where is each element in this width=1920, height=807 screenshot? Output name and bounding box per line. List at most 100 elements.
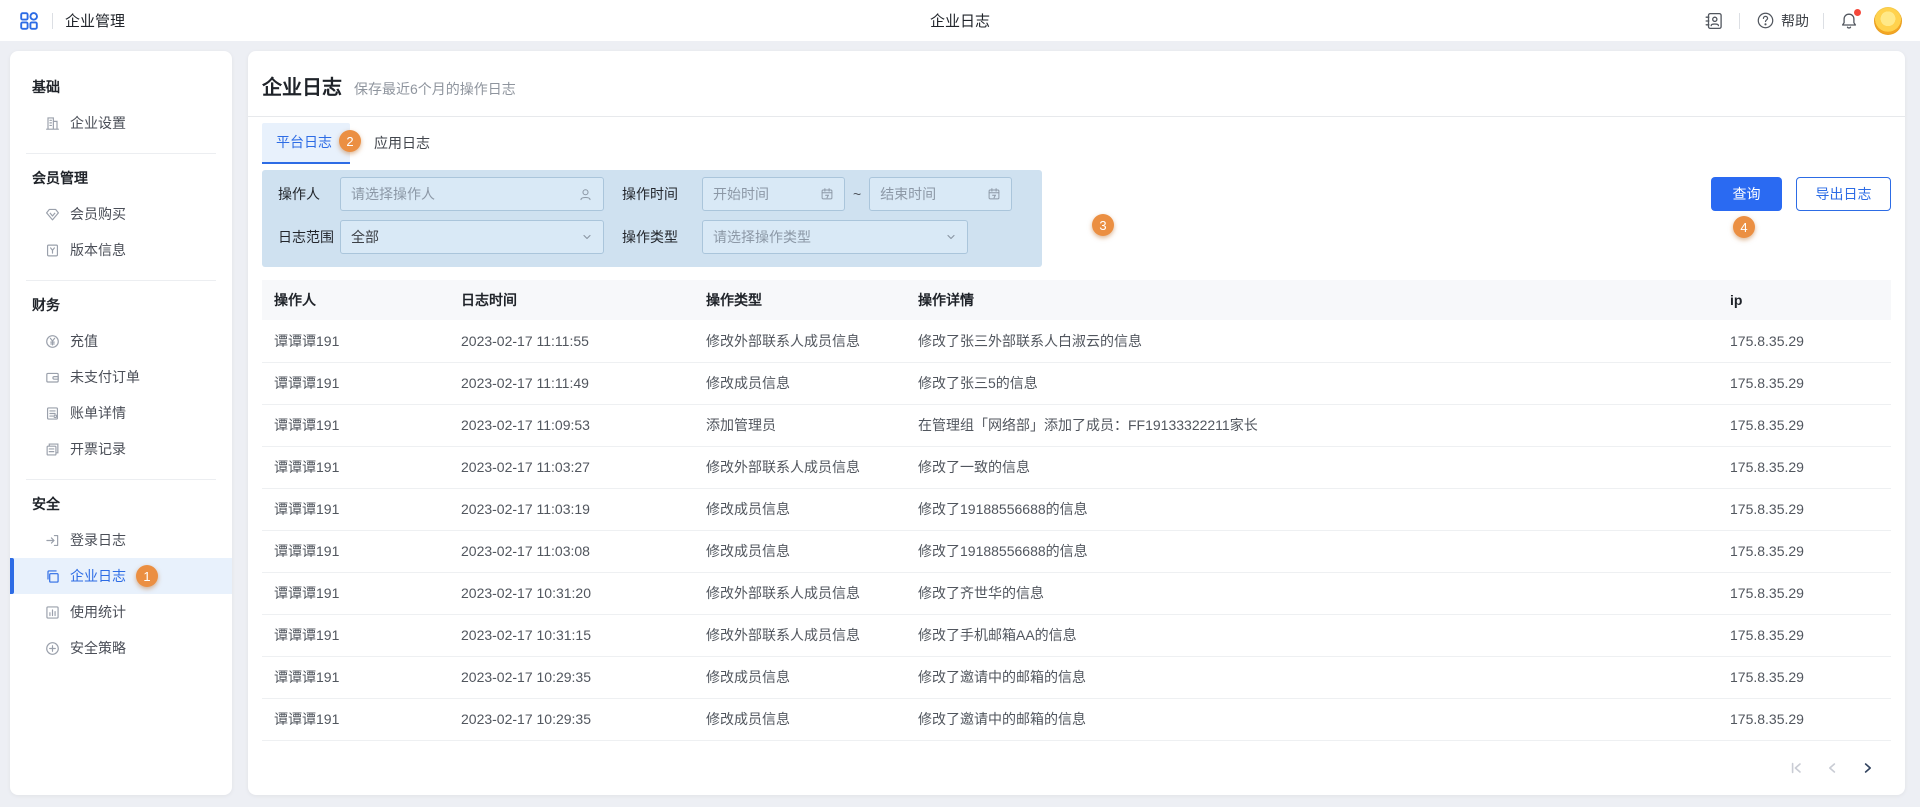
cell-ip: 175.8.35.29 — [1718, 488, 1891, 530]
sidebar-item-label: 开票记录 — [70, 439, 126, 459]
sidebar-item-label: 企业设置 — [70, 113, 126, 133]
content: 基础 企业设置 会员管理 会员购买 — [0, 41, 1920, 807]
operator-select[interactable] — [340, 177, 604, 211]
cell-detail: 修改了齐世华的信息 — [906, 572, 1718, 614]
calendar-icon[interactable] — [987, 187, 1001, 201]
topbar-left: 企业管理 — [18, 10, 125, 32]
calendar-icon[interactable] — [820, 187, 834, 201]
filter-controls: 操作人 操作时间 — [248, 164, 1905, 267]
sidebar-heading-basic: 基础 — [32, 77, 210, 97]
sidebar-item-label: 充值 — [70, 331, 98, 351]
cell-ip: 175.8.35.29 — [1718, 446, 1891, 488]
sidebar-item-unpaid-orders[interactable]: 未支付订单 — [10, 359, 232, 395]
table-row: 谭谭谭1912023-02-17 11:03:27修改外部联系人成员信息修改了一… — [262, 446, 1891, 488]
sidebar-item-label: 使用统计 — [70, 602, 126, 622]
cell-ip: 175.8.35.29 — [1718, 530, 1891, 572]
sidebar-item-bill-details[interactable]: 账单详情 — [10, 395, 232, 431]
table-row: 谭谭谭1912023-02-17 10:29:35修改成员信息修改了邀请中的邮箱… — [262, 656, 1891, 698]
notification-bell-icon[interactable] — [1838, 10, 1860, 32]
cell-time: 2023-02-17 10:31:20 — [449, 572, 694, 614]
query-button[interactable]: 查询 — [1711, 177, 1782, 211]
sidebar-item-enterprise-logs[interactable]: 企业日志 1 — [10, 558, 232, 594]
cell-time: 2023-02-17 11:09:53 — [449, 404, 694, 446]
diamond-icon — [44, 206, 60, 222]
sidebar-item-label: 登录日志 — [70, 530, 126, 550]
start-time-input[interactable] — [713, 186, 820, 202]
operator-label: 操作人 — [278, 184, 340, 204]
cell-operator: 谭谭谭191 — [262, 488, 449, 530]
cell-detail: 修改了邀请中的邮箱的信息 — [906, 656, 1718, 698]
sidebar-heading-security: 安全 — [32, 494, 210, 514]
sidebar-divider — [26, 479, 216, 480]
cell-ip: 175.8.35.29 — [1718, 404, 1891, 446]
table-row: 谭谭谭1912023-02-17 11:09:53添加管理员在管理组「网络部」添… — [262, 404, 1891, 446]
help-button[interactable]: 帮助 — [1754, 10, 1809, 32]
page-title: 企业日志 — [262, 71, 342, 100]
sidebar-item-recharge[interactable]: 充值 — [10, 323, 232, 359]
start-time-picker[interactable] — [702, 177, 845, 211]
sidebar-item-label: 会员购买 — [70, 204, 126, 224]
cell-time: 2023-02-17 11:03:19 — [449, 488, 694, 530]
cell-type: 修改外部联系人成员信息 — [694, 320, 906, 362]
cell-operator: 谭谭谭191 — [262, 614, 449, 656]
sidebar-heading-finance: 财务 — [32, 295, 210, 315]
sidebar-item-login-logs[interactable]: 登录日志 — [10, 522, 232, 558]
cell-detail: 修改了张三5的信息 — [906, 362, 1718, 404]
chevron-right-icon[interactable] — [1859, 759, 1877, 777]
sidebar-item-label: 版本信息 — [70, 240, 126, 260]
app-grid-icon[interactable] — [18, 10, 40, 32]
topbar: 企业管理 企业日志 — [0, 0, 1920, 41]
topbar-page-title: 企业日志 — [0, 10, 1920, 31]
table-row: 谭谭谭1912023-02-17 11:03:08修改成员信息修改了191885… — [262, 530, 1891, 572]
topbar-right: 帮助 — [1703, 7, 1902, 35]
invoice-icon — [44, 441, 60, 457]
enterprise-log-icon — [44, 568, 60, 584]
cell-time: 2023-02-17 11:03:27 — [449, 446, 694, 488]
col-operation-detail: 操作详情 — [906, 280, 1718, 320]
log-table: 操作人 日志时间 操作类型 操作详情 ip 谭谭谭1912023-02-17 1… — [262, 280, 1891, 741]
log-scope-select[interactable]: 全部 — [340, 220, 604, 254]
person-icon — [578, 187, 593, 202]
sidebar-item-version-info[interactable]: 版本信息 — [10, 232, 232, 268]
table-row: 谭谭谭1912023-02-17 11:11:49修改成员信息修改了张三5的信息… — [262, 362, 1891, 404]
cell-type: 修改成员信息 — [694, 488, 906, 530]
step-badge-4: 4 — [1733, 216, 1755, 238]
cell-operator: 谭谭谭191 — [262, 698, 449, 740]
tabbar: 平台日志 2 应用日志 — [248, 117, 1905, 164]
app-title: 企业管理 — [65, 10, 125, 31]
contacts-icon[interactable] — [1703, 10, 1725, 32]
sidebar-divider — [26, 280, 216, 281]
type-placeholder: 请选择操作类型 — [713, 227, 945, 247]
cell-detail: 修改了19188556688的信息 — [906, 530, 1718, 572]
export-logs-button[interactable]: 导出日志 — [1796, 177, 1891, 211]
cell-detail: 在管理组「网络部」添加了成员：FF19133322211家长 — [906, 404, 1718, 446]
sidebar-item-invoice-records[interactable]: 开票记录 — [10, 431, 232, 467]
first-page-icon[interactable] — [1787, 759, 1805, 777]
security-policy-icon — [44, 640, 60, 656]
end-time-input[interactable] — [880, 186, 987, 202]
cell-ip: 175.8.35.29 — [1718, 572, 1891, 614]
login-log-icon — [44, 532, 60, 548]
sidebar-item-usage-statistics[interactable]: 使用统计 — [10, 594, 232, 630]
screen: 企业管理 企业日志 — [0, 0, 1920, 807]
sidebar-item-enterprise-settings[interactable]: 企业设置 — [10, 105, 232, 141]
statistics-icon — [44, 604, 60, 620]
operation-type-select[interactable]: 请选择操作类型 — [702, 220, 968, 254]
avatar[interactable] — [1874, 7, 1902, 35]
cell-operator: 谭谭谭191 — [262, 656, 449, 698]
sidebar-item-member-purchase[interactable]: 会员购买 — [10, 196, 232, 232]
tab-platform-logs[interactable]: 平台日志 2 — [262, 123, 350, 164]
end-time-picker[interactable] — [869, 177, 1012, 211]
col-operation-type: 操作类型 — [694, 280, 906, 320]
col-log-time: 日志时间 — [449, 280, 694, 320]
cell-time: 2023-02-17 11:03:08 — [449, 530, 694, 572]
cell-detail: 修改了一致的信息 — [906, 446, 1718, 488]
col-operator: 操作人 — [262, 280, 449, 320]
cell-time: 2023-02-17 11:11:55 — [449, 320, 694, 362]
chevron-left-icon[interactable] — [1823, 759, 1841, 777]
operator-input[interactable] — [351, 186, 578, 202]
sidebar-item-security-policy[interactable]: 安全策略 — [10, 630, 232, 666]
table-row: 谭谭谭1912023-02-17 10:31:20修改外部联系人成员信息修改了齐… — [262, 572, 1891, 614]
topbar-divider — [52, 13, 53, 29]
tab-app-logs[interactable]: 应用日志 — [372, 123, 432, 164]
